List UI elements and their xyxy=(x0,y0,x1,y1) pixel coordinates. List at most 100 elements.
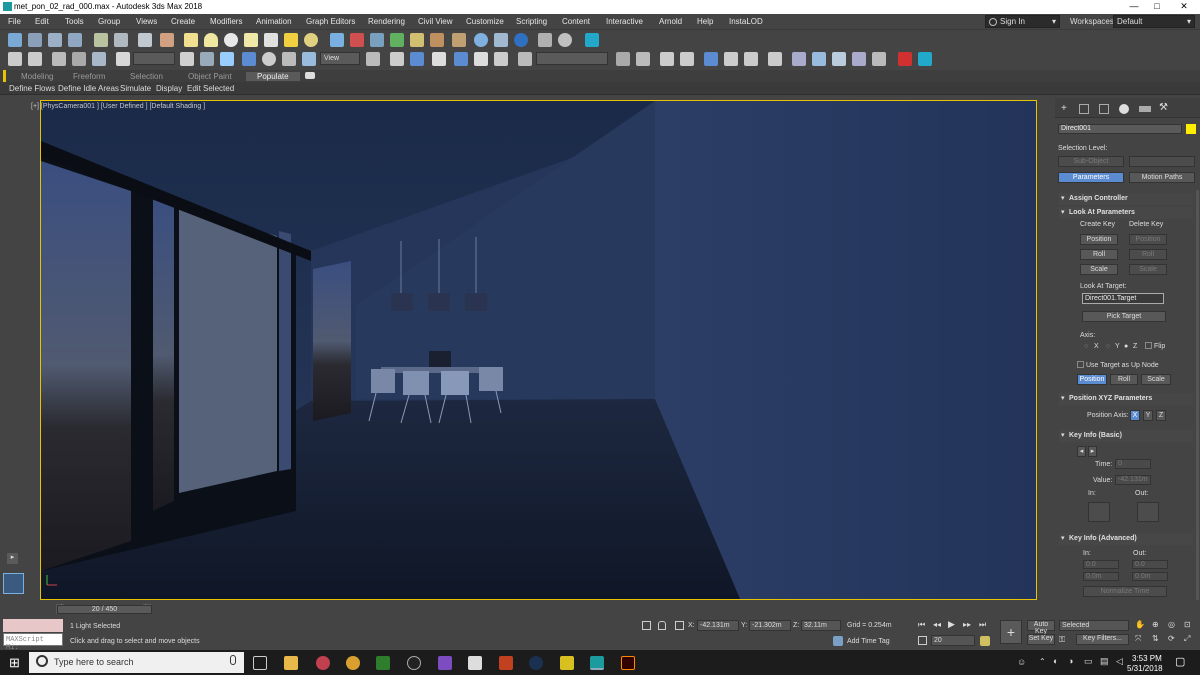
tray-app-icon[interactable]: ◐ xyxy=(1053,656,1058,666)
steam-icon[interactable] xyxy=(529,656,543,670)
up-node-scale-button[interactable]: Scale xyxy=(1141,374,1171,385)
tab-modeling[interactable]: Modeling xyxy=(21,72,53,81)
render-in-cloud-icon[interactable] xyxy=(872,52,886,66)
unlink-icon[interactable] xyxy=(114,33,128,47)
mirror-icon[interactable] xyxy=(616,52,630,66)
toggle-layer-explorer-icon[interactable] xyxy=(680,52,694,66)
link-icon[interactable] xyxy=(94,33,108,47)
tab-populate[interactable]: Populate xyxy=(246,72,300,81)
up-node-position-button[interactable]: Position xyxy=(1077,374,1107,385)
material-editor-icon[interactable] xyxy=(768,52,782,66)
position-axis-z-button[interactable]: Z xyxy=(1156,410,1166,421)
utilities-tab-icon[interactable]: ⚒ xyxy=(1159,102,1168,113)
menu-arnold[interactable]: Arnold xyxy=(659,17,682,26)
unlink-selection-icon[interactable] xyxy=(72,52,86,66)
sun-icon[interactable] xyxy=(284,33,298,47)
assign-controller-rollout[interactable]: Assign Controller xyxy=(1059,193,1193,205)
position-axis-y-button[interactable]: Y xyxy=(1143,410,1153,421)
axis-y-radio[interactable]: ○ xyxy=(1106,343,1110,350)
menu-file[interactable]: File xyxy=(8,17,21,26)
file-explorer-icon[interactable] xyxy=(284,656,298,670)
maxscript-listener-output[interactable] xyxy=(3,619,63,632)
menu-customize[interactable]: Customize xyxy=(466,17,504,26)
selection-filter-icon[interactable] xyxy=(116,52,130,66)
align-icon[interactable] xyxy=(636,52,650,66)
parameters-button[interactable]: Parameters xyxy=(1058,172,1124,183)
select-object-icon[interactable] xyxy=(180,52,194,66)
curve-editor-icon[interactable] xyxy=(724,52,738,66)
volume-icon[interactable]: ◁ xyxy=(1116,656,1123,667)
render-iterative-icon[interactable] xyxy=(852,52,866,66)
geosphere-icon[interactable] xyxy=(224,33,238,47)
object-color-swatch[interactable] xyxy=(1186,124,1196,134)
sub-object-dropdown[interactable] xyxy=(1129,156,1195,167)
move-icon[interactable] xyxy=(242,52,256,66)
teapot-icon[interactable] xyxy=(160,33,174,47)
menu-civil-view[interactable]: Civil View xyxy=(418,17,453,26)
taskbar-search-box[interactable]: Type here to search xyxy=(29,652,244,673)
placement-icon[interactable] xyxy=(302,52,316,66)
absolute-mode-icon[interactable] xyxy=(675,621,684,630)
viewport-label[interactable]: [+] [PhysCamera001 ] [User Defined ] [De… xyxy=(31,103,205,110)
menu-content[interactable]: Content xyxy=(562,17,590,26)
time-config-icon[interactable] xyxy=(980,636,990,646)
add-time-tag-button[interactable]: Add Time Tag xyxy=(847,638,890,645)
time-tag-icon[interactable] xyxy=(833,636,843,646)
zoom-icon[interactable]: ⊕ xyxy=(1152,620,1159,629)
tab-selection[interactable]: Selection xyxy=(130,72,163,81)
current-frame-field[interactable]: 20 xyxy=(931,635,975,646)
go-to-end-icon[interactable]: ⏭ xyxy=(979,620,986,630)
box-icon[interactable] xyxy=(184,33,198,47)
rendered-frame-window-icon[interactable] xyxy=(812,52,826,66)
position-xyz-rollout[interactable]: Position XYZ Parameters xyxy=(1059,393,1193,405)
rotate-icon[interactable] xyxy=(262,52,276,66)
help-icon[interactable] xyxy=(558,33,572,47)
prev-key-icon[interactable]: ◂ xyxy=(1077,446,1086,457)
menu-scripting[interactable]: Scripting xyxy=(516,17,547,26)
edit-selected-button[interactable]: Edit Selected xyxy=(187,84,234,93)
chrome-icon[interactable] xyxy=(346,656,360,670)
create-scale-key-button[interactable]: Scale xyxy=(1080,264,1118,275)
motion-tab-icon[interactable] xyxy=(1119,104,1129,114)
menu-views[interactable]: Views xyxy=(136,17,157,26)
menu-graph-editors[interactable]: Graph Editors xyxy=(306,17,355,26)
light-icon[interactable] xyxy=(304,33,318,47)
isolate-selection-icon[interactable] xyxy=(642,621,651,630)
visual-studio-icon[interactable] xyxy=(438,656,452,670)
roll-icon[interactable]: ⟳ xyxy=(1168,634,1175,643)
play-icon[interactable]: ▶ xyxy=(948,619,955,630)
xbox-icon[interactable] xyxy=(376,656,390,670)
tray-chevron-icon[interactable]: ⌃ xyxy=(1039,657,1046,666)
delete-roll-key-button[interactable]: Roll xyxy=(1129,249,1167,260)
workspaces-dropdown[interactable]: Default ▾ xyxy=(1113,15,1195,28)
cone-icon[interactable] xyxy=(264,33,278,47)
angle-snap-icon[interactable] xyxy=(454,52,468,66)
menu-tools[interactable]: Tools xyxy=(65,17,84,26)
key-filters-button[interactable]: Key Filters... xyxy=(1076,634,1129,645)
people-icon[interactable]: ☺ xyxy=(1017,657,1026,667)
edit-named-selection-icon[interactable] xyxy=(518,52,532,66)
select-by-name-icon[interactable] xyxy=(200,52,214,66)
foliage-icon[interactable] xyxy=(390,33,404,47)
command-panel-scrollbar[interactable] xyxy=(1196,190,1199,600)
menu-group[interactable]: Group xyxy=(98,17,120,26)
define-idle-areas-button[interactable]: Define Idle Areas xyxy=(58,84,119,93)
app-icon[interactable] xyxy=(316,656,330,670)
tray-app-icon[interactable]: ◑ xyxy=(1068,656,1073,666)
percent-snap-icon[interactable] xyxy=(474,52,488,66)
adv-out-field[interactable]: 0.0 xyxy=(1132,560,1168,569)
viewport-layout-icon[interactable] xyxy=(3,573,24,594)
object-name-field[interactable]: Direct001 xyxy=(1058,124,1182,134)
obs-icon[interactable] xyxy=(407,656,421,670)
scene-explorer-icon[interactable] xyxy=(8,33,22,47)
next-frame-icon[interactable]: ▸▸ xyxy=(963,620,971,629)
cloth-icon[interactable] xyxy=(452,33,466,47)
key-info-basic-rollout[interactable]: Key Info (Basic) xyxy=(1059,430,1193,442)
select-and-link-icon[interactable] xyxy=(52,52,66,66)
hierarchy-tab-icon[interactable] xyxy=(1099,104,1109,114)
delete-position-key-button[interactable]: Position xyxy=(1129,234,1167,245)
schematic-view-icon[interactable] xyxy=(744,52,758,66)
perspective-viewport[interactable] xyxy=(40,100,1037,600)
create-position-key-button[interactable]: Position xyxy=(1080,234,1118,245)
sign-in-dropdown[interactable]: Sign In ▾ xyxy=(985,15,1060,28)
